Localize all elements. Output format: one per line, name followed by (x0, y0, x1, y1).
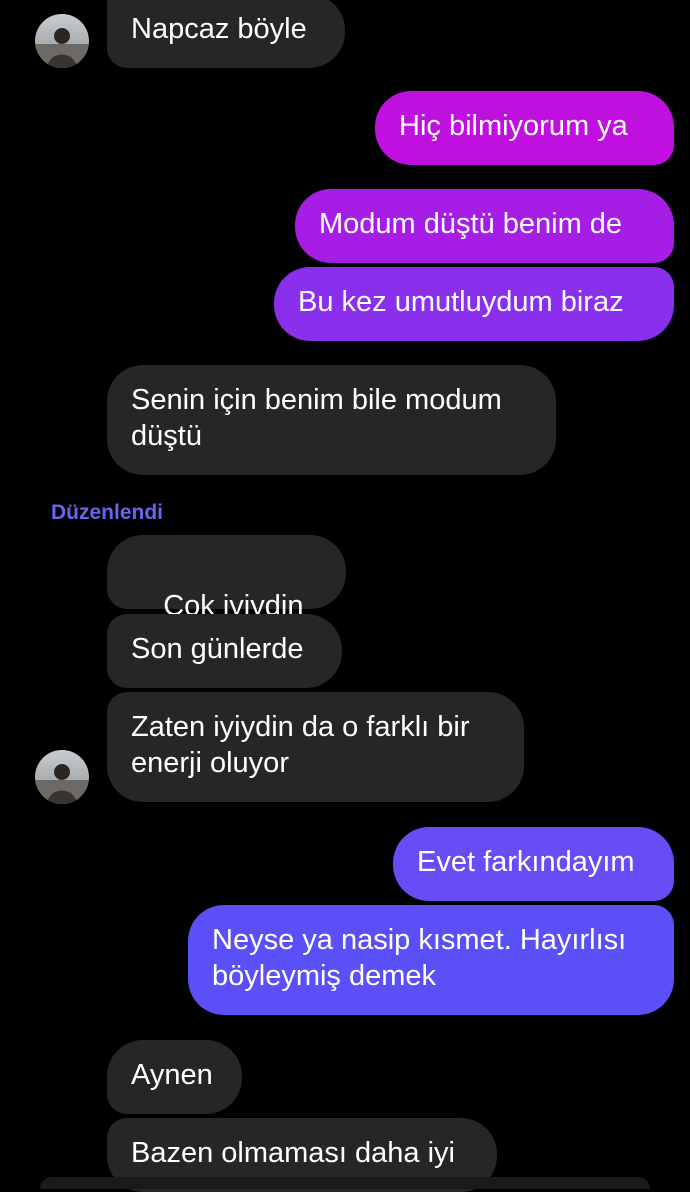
person-photo-icon (35, 750, 89, 804)
message-bubble-outgoing[interactable]: Hiç bilmiyorum ya (375, 91, 674, 165)
message-bubble-incoming[interactable]: Senin için benim bile modum düştü (107, 365, 556, 475)
person-photo-icon (35, 14, 89, 68)
message-bubble-outgoing[interactable]: Neyse ya nasip kısmet. Hayırlısı böyleym… (188, 905, 674, 1015)
avatar[interactable] (35, 14, 89, 68)
message-bubble-incoming[interactable]: Çok iyiydin (107, 535, 346, 655)
message-bubble-outgoing[interactable]: Bu kez umutluydum biraz (274, 267, 674, 341)
message-bubble-outgoing[interactable]: Modum düştü benim de (295, 189, 674, 263)
message-bubble-incoming[interactable]: Zaten iyiydin da o farklı bir enerji olu… (107, 692, 524, 802)
avatar[interactable] (35, 750, 89, 804)
message-bubble-incoming[interactable]: Napcaz böyle (107, 0, 345, 68)
chat-thread: Napcaz böyle Hiç bilmiyorum ya Modum düş… (0, 0, 690, 1192)
composer-bar[interactable] (40, 1177, 650, 1189)
message-bubble-incoming[interactable]: Aynen (107, 1040, 242, 1114)
message-bubble-incoming[interactable]: Son günlerde (107, 614, 342, 688)
edited-label: Düzenlendi (51, 501, 164, 524)
message-bubble-outgoing[interactable]: Evet farkındayım (393, 827, 674, 901)
